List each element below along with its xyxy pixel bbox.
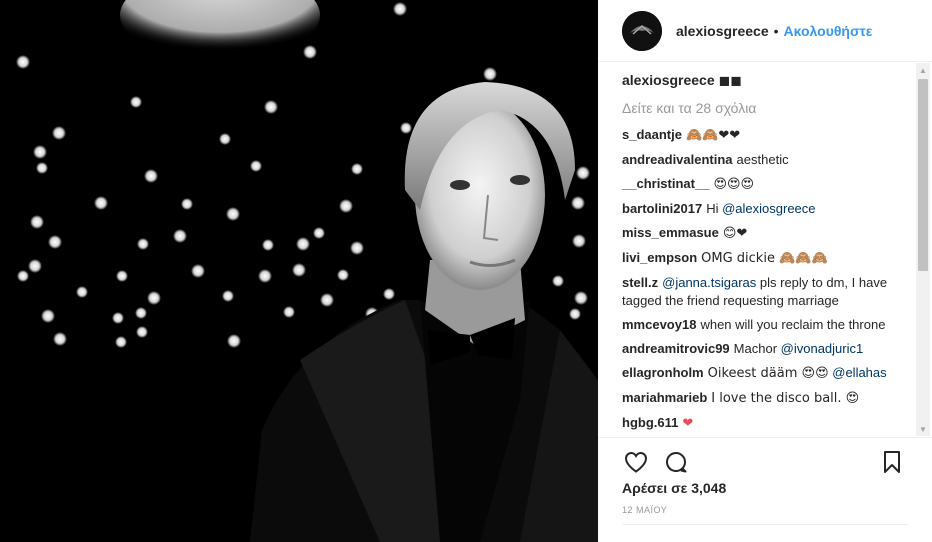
follow-button[interactable]: Ακολουθήστε <box>784 23 873 39</box>
save-button[interactable] <box>876 446 908 478</box>
comment-button[interactable] <box>660 446 692 478</box>
avatar-image <box>622 10 662 51</box>
comment-username[interactable]: mariahmarieb <box>622 390 707 405</box>
comment-username[interactable]: hgbg.611 <box>622 415 678 430</box>
post-photo[interactable] <box>0 0 598 542</box>
caption-text: ◼◼ <box>718 72 742 88</box>
comment-item: mmcevoy18 when will you reclaim the thron… <box>622 316 908 334</box>
scroll-down-arrow-icon[interactable]: ▼ <box>916 422 930 436</box>
comment-mention[interactable]: @janna.tsigaras <box>662 275 756 290</box>
header-username[interactable]: alexiosgreece <box>676 23 769 39</box>
load-more-comments-button[interactable]: Δείτε και τα 28 σχόλια <box>622 99 908 117</box>
avatar[interactable] <box>622 10 662 51</box>
comment-item: livi_empson OMG dickie 🙈🙈🙈 <box>622 249 908 268</box>
comment-item: miss_emmasue 😊❤ <box>622 224 908 243</box>
caption: alexiosgreece ◼◼ <box>622 71 908 89</box>
comment-item: bartolini2017 Hi @alexiosgreece <box>622 200 908 218</box>
comment-username[interactable]: s_daantje <box>622 127 682 142</box>
comment-username[interactable]: andreamitrovic99 <box>622 341 730 356</box>
comment-text: Oikeest dääm 😍😍 <box>707 366 829 381</box>
comment-text: ❤ <box>682 416 694 431</box>
comment-text: I love the disco ball. 😍 <box>711 391 860 406</box>
comment-text: when will you reclaim the throne <box>700 317 886 332</box>
scroll-up-arrow-icon[interactable]: ▲ <box>916 63 930 77</box>
post-sidebar: alexiosgreece • Ακολουθήστε alexiosgreec… <box>598 0 932 542</box>
comment-username[interactable]: __christinat__ <box>622 176 709 191</box>
comment-item: mariahmarieb I love the disco ball. 😍 <box>622 389 908 408</box>
comment-mention[interactable]: @alexiosgreece <box>722 201 815 216</box>
comment-username[interactable]: mmcevoy18 <box>622 317 696 332</box>
comment-username[interactable]: miss_emmasue <box>622 225 719 240</box>
comment-icon <box>666 451 687 472</box>
comments-list[interactable]: alexiosgreece ◼◼ Δείτε και τα 28 σχόλια … <box>598 63 932 436</box>
header-separator: • <box>773 22 779 39</box>
comment-text: 🙈🙈❤❤ <box>685 128 741 143</box>
comment-mention[interactable]: @ivonadjuric1 <box>781 341 864 356</box>
post-actions <box>598 437 932 477</box>
comment-username[interactable]: andreadivalentina <box>622 152 733 167</box>
comment-text: Hi <box>706 201 719 216</box>
comment-username[interactable]: livi_empson <box>622 250 697 265</box>
comment-text: aesthetic <box>736 152 789 167</box>
comment-text: Machor <box>733 341 778 356</box>
comment-item: stell.z @janna.tsigaras pls reply to dm, … <box>622 274 908 310</box>
comment-text: 😊❤ <box>722 226 748 241</box>
post-date[interactable]: 12 ΜΑΪΟΥ <box>622 505 667 515</box>
comment-item: ellagronholm Oikeest dääm 😍😍 @ellahas <box>622 364 908 383</box>
comment-text: 😍😍😍 <box>713 177 755 192</box>
divider <box>622 524 908 525</box>
comment-mention[interactable]: @ellahas <box>832 365 886 380</box>
photo-image <box>0 0 598 542</box>
heart-icon <box>624 451 648 473</box>
likes-count[interactable]: Αρέσει σε 3,048 <box>622 480 726 496</box>
comment-username[interactable]: stell.z <box>622 275 658 290</box>
comment-username[interactable]: ellagronholm <box>622 365 704 380</box>
like-button[interactable] <box>620 446 652 478</box>
comment-item: andreamitrovic99 Machor @ivonadjuric1 <box>622 340 908 358</box>
instagram-post-view: alexiosgreece • Ακολουθήστε alexiosgreec… <box>0 0 932 542</box>
scrollbar-thumb[interactable] <box>918 79 928 271</box>
comment-item: __christinat__ 😍😍😍 <box>622 175 908 194</box>
comment-item: hgbg.611 ❤ <box>622 414 908 433</box>
comment-item: andreadivalentina aesthetic <box>622 151 908 169</box>
caption-username[interactable]: alexiosgreece <box>622 72 715 88</box>
comment-username[interactable]: bartolini2017 <box>622 201 702 216</box>
bookmark-icon <box>884 450 900 473</box>
comments-scrollbar[interactable]: ▲ ▼ <box>916 63 930 436</box>
comment-text: OMG dickie 🙈🙈🙈 <box>701 251 828 266</box>
post-header: alexiosgreece • Ακολουθήστε <box>598 0 932 62</box>
comment-item: s_daantje 🙈🙈❤❤ <box>622 126 908 145</box>
